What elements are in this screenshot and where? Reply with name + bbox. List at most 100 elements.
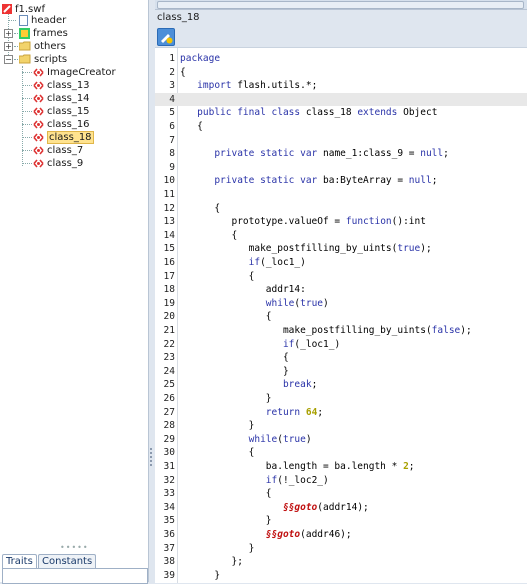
tab-traits[interactable]: Traits	[2, 554, 37, 568]
code-token: {	[180, 270, 255, 282]
tree-item-scripts[interactable]: scripts	[19, 53, 67, 66]
code-token: class_18	[300, 107, 358, 119]
code-line[interactable]: 26 }	[155, 392, 527, 406]
tree-class-15[interactable]: class_15	[33, 105, 90, 118]
line-number: 19	[163, 297, 175, 309]
code-line[interactable]: 30 {	[155, 446, 527, 460]
code-line[interactable]: 14 {	[155, 229, 527, 243]
vertical-splitter[interactable]	[149, 0, 154, 582]
horizontal-splitter-handle[interactable]: •••••	[60, 543, 89, 552]
folder-icon	[19, 41, 31, 51]
line-number: 14	[163, 229, 175, 241]
code-text: private static var ba:ByteArray = null;	[180, 174, 437, 188]
tree-item-others[interactable]: others	[19, 40, 66, 53]
code-line[interactable]: 10 private static var ba:ByteArray = nul…	[155, 174, 527, 188]
collapse-toggle[interactable]: −	[4, 55, 13, 64]
left-panel: f1.swf header + frames + others − script…	[0, 0, 149, 584]
code-token: }	[180, 365, 289, 377]
code-line[interactable]: 21 make_postfilling_by_uints(false);	[155, 324, 527, 338]
code-line[interactable]: 35 }	[155, 514, 527, 528]
code-token: true	[300, 297, 324, 309]
folder-open-icon	[19, 54, 31, 64]
code-line[interactable]: 16 if(_loc1_)	[155, 256, 527, 270]
code-line[interactable]: 37 }	[155, 542, 527, 556]
code-token: prototype.valueOf =	[180, 216, 346, 228]
tree-class-14[interactable]: class_14	[33, 92, 90, 105]
code-token: )	[323, 297, 329, 309]
tree-class-imagecreator[interactable]: ImageCreator	[33, 66, 116, 79]
tree-item-header[interactable]: header	[19, 14, 66, 27]
code-text: }	[180, 514, 272, 528]
code-line[interactable]: 23 {	[155, 351, 527, 365]
code-token: (!_loc2_)	[277, 474, 329, 486]
code-line[interactable]: 36 §§goto(addr46);	[155, 528, 527, 542]
code-line[interactable]: 31 ba.length = ba.length * 2;	[155, 460, 527, 474]
code-line[interactable]: 9	[155, 161, 527, 175]
code-line[interactable]: 29 while(true)	[155, 433, 527, 447]
code-line[interactable]: 11	[155, 188, 527, 202]
tree-class-label: class_18	[47, 131, 94, 144]
code-line[interactable]: 33 {	[155, 487, 527, 501]
line-number: 31	[163, 461, 175, 472]
tree-class-7[interactable]: class_7	[33, 144, 83, 157]
tree-item-label: frames	[33, 28, 68, 39]
code-line[interactable]: 13 prototype.valueOf = function():int	[155, 215, 527, 229]
code-token: while	[248, 433, 278, 445]
code-line[interactable]: 3 import flash.utils.*;	[155, 79, 527, 93]
line-number: 35	[163, 515, 175, 527]
tree-class-label: class_7	[47, 145, 84, 156]
code-line[interactable]: 34 §§goto(addr14);	[155, 501, 527, 515]
code-line[interactable]: 19 while(true)	[155, 297, 527, 311]
code-line[interactable]: 20 {	[155, 310, 527, 324]
tree-class-16[interactable]: class_16	[33, 118, 90, 131]
code-line[interactable]: 17 {	[155, 270, 527, 284]
expand-toggle[interactable]: +	[4, 42, 13, 51]
code-line[interactable]: 7	[155, 134, 527, 148]
code-line[interactable]: 18 addr14:	[155, 283, 527, 297]
code-line[interactable]: 22 if(_loc1_)	[155, 338, 527, 352]
code-line[interactable]: 2{	[155, 66, 527, 80]
tree-class-9[interactable]: class_9	[33, 157, 83, 170]
code-token: ():int	[391, 216, 426, 228]
code-line[interactable]: 38 };	[155, 555, 527, 569]
code-line[interactable]: 27 return 64;	[155, 406, 527, 420]
code-line[interactable]: 25 break;	[155, 378, 527, 392]
code-text: }	[180, 542, 255, 556]
expand-toggle[interactable]: +	[4, 29, 13, 38]
code-line[interactable]: 24 }	[155, 365, 527, 379]
code-token: Object	[397, 107, 438, 119]
code-line[interactable]: 28 }	[155, 419, 527, 433]
line-number: 34	[163, 501, 175, 513]
code-text: make_postfilling_by_uints(false);	[180, 324, 472, 338]
code-text: if(!_loc2_)	[180, 474, 329, 488]
code-line[interactable]: 39 }	[155, 569, 527, 583]
project-tree: f1.swf header + frames + others − script…	[0, 0, 148, 540]
line-number: 11	[163, 189, 175, 200]
code-line[interactable]: 6 {	[155, 120, 527, 134]
code-text: {	[180, 446, 255, 460]
tree-item-frames[interactable]: frames	[19, 27, 68, 40]
code-line[interactable]: 4	[155, 92, 527, 107]
code-token: make_postfilling_by_uints(	[180, 243, 398, 255]
code-line[interactable]: 32 if(!_loc2_)	[155, 474, 527, 488]
code-token: ;	[431, 175, 438, 187]
tab-constants[interactable]: Constants	[38, 554, 97, 568]
code-token: true	[282, 433, 306, 445]
tree-class-18-selected[interactable]: class_18	[33, 131, 94, 144]
code-line[interactable]: 15 make_postfilling_by_uints(true);	[155, 242, 527, 256]
editor-toolbar	[155, 26, 527, 46]
code-token: {	[180, 488, 272, 500]
tree-class-13[interactable]: class_13	[33, 79, 90, 92]
code-line[interactable]: 12 {	[155, 202, 527, 216]
code-text: §§goto(addr46);	[180, 528, 352, 542]
code-line[interactable]: 8 private static var name_1:class_9 = nu…	[155, 147, 527, 161]
code-token: ;	[317, 406, 324, 418]
code-line[interactable]: 5 public final class class_18 extends Ob…	[155, 106, 527, 120]
tree-class-label: ImageCreator	[47, 67, 116, 78]
line-number: 27	[163, 406, 175, 418]
code-line[interactable]: 1 package	[155, 52, 527, 66]
code-text: {	[180, 487, 272, 501]
code-editor[interactable]: 1 package 2{3 import flash.utils.*; 4 5 publ…	[155, 47, 527, 583]
edit-button[interactable]	[157, 28, 175, 46]
